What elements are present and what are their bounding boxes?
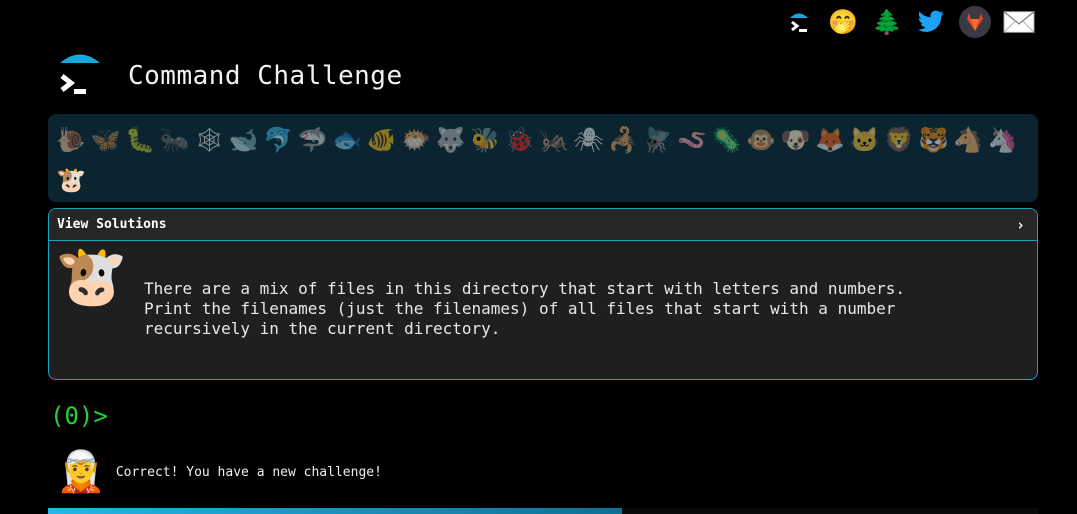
fly-icon[interactable]: 🪰 <box>641 120 676 160</box>
top-links: 🤭 🌲 <box>783 6 1035 38</box>
cow-icon[interactable]: 🐮 <box>54 160 89 200</box>
ladybug-icon[interactable]: 🐞 <box>503 120 538 160</box>
shark-icon[interactable]: 🦈 <box>296 120 331 160</box>
whale-icon[interactable]: 🐋 <box>227 120 262 160</box>
ant-icon[interactable]: 🐜 <box>158 120 193 160</box>
status-message: Correct! You have a new challenge! <box>115 464 382 480</box>
worm-icon[interactable]: 🪱 <box>675 120 710 160</box>
terminal-prompt[interactable]: (0)> <box>50 402 108 430</box>
spider-icon[interactable]: 🕷 <box>572 120 607 160</box>
cricket-icon[interactable]: 🦗 <box>537 120 572 160</box>
emoji-icon[interactable]: 🤭 <box>827 6 859 38</box>
cat-icon[interactable]: 🐱 <box>848 120 883 160</box>
view-solutions-label: View Solutions <box>57 217 167 232</box>
dolphin-icon[interactable]: 🐬 <box>261 120 296 160</box>
terminal-logo-icon[interactable] <box>783 6 815 38</box>
fox-icon[interactable]: 🦊 <box>813 120 848 160</box>
status-message-row: 🧝 Correct! You have a new challenge! <box>56 452 382 492</box>
elf-avatar-icon: 🧝 <box>56 449 106 495</box>
tiger-icon[interactable]: 🐯 <box>917 120 952 160</box>
snail-icon[interactable]: 🐌 <box>54 120 89 160</box>
unicorn-icon[interactable]: 🦄 <box>986 120 1021 160</box>
challenge-description: There are a mix of files in this directo… <box>144 279 905 338</box>
lion-icon[interactable]: 🦁 <box>882 120 917 160</box>
cow-avatar-icon: 🐮 <box>55 242 128 310</box>
app-title: Command Challenge <box>128 61 403 91</box>
dog-icon[interactable]: 🐶 <box>779 120 814 160</box>
gitlab-icon[interactable] <box>959 6 991 38</box>
mail-icon[interactable] <box>1003 6 1035 38</box>
microbe-icon[interactable]: 🦠 <box>710 120 745 160</box>
horse-icon[interactable]: 🐴 <box>951 120 986 160</box>
view-solutions-toggle[interactable]: View Solutions › <box>49 209 1037 241</box>
tree-icon[interactable]: 🌲 <box>871 6 903 38</box>
butterfly-icon[interactable]: 🦋 <box>89 120 124 160</box>
caterpillar-icon[interactable]: 🐛 <box>123 120 158 160</box>
challenge-animal-list: 🐌 🦋 🐛 🐜 🕸 🐋 🐬 🦈 🐟 🐠 🐡 🐺 🐝 🐞 🦗 🕷 🦂 🪰 🪱 🦠 🐵 🐶 🦊 🐱 🦁 🐯 🐴 🦄 🐮 <box>48 114 1038 202</box>
spiderweb-icon[interactable]: 🕸 <box>192 120 227 160</box>
chevron-right-icon: › <box>1015 215 1025 234</box>
brand[interactable]: Command Challenge <box>56 52 403 100</box>
blowfish-icon[interactable]: 🐡 <box>399 120 434 160</box>
fish-icon[interactable]: 🐟 <box>330 120 365 160</box>
monkey-icon[interactable]: 🐵 <box>744 120 779 160</box>
terminal-logo-icon <box>60 54 100 94</box>
wolf-icon[interactable]: 🐺 <box>434 120 469 160</box>
progress-bar <box>48 508 1038 514</box>
twitter-icon[interactable] <box>915 6 947 38</box>
challenge-body: 🐮 There are a mix of files in this direc… <box>49 241 1037 379</box>
progress-bar-fill <box>48 508 623 514</box>
bee-icon[interactable]: 🐝 <box>468 120 503 160</box>
scorpion-icon[interactable]: 🦂 <box>606 120 641 160</box>
challenge-panel: View Solutions › 🐮 There are a mix of fi… <box>48 208 1038 380</box>
tropical-fish-icon[interactable]: 🐠 <box>365 120 400 160</box>
